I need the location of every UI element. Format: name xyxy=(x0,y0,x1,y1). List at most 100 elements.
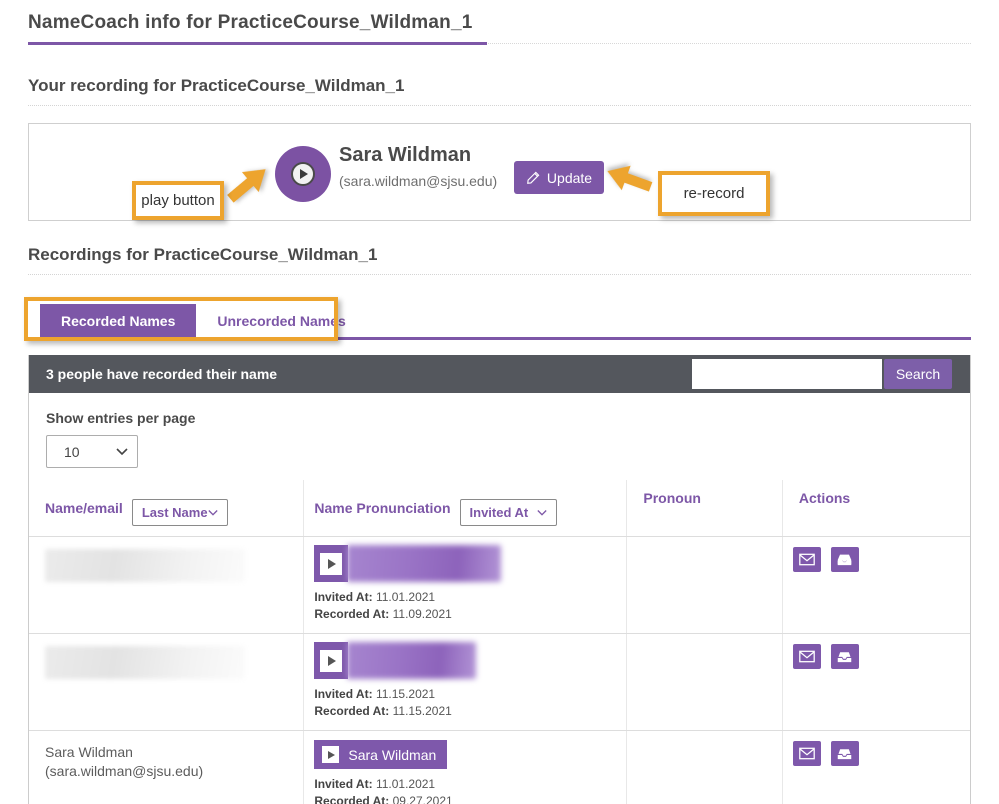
cell-pronunciation: Invited At: 11.15.2021 Recorded At: 11.1… xyxy=(304,634,627,731)
name-sort-select[interactable]: Last Name xyxy=(132,499,228,526)
tab-unrecorded-names[interactable]: Unrecorded Names xyxy=(196,304,366,337)
col-pronunciation: Name Pronunciation Invited At xyxy=(304,480,627,537)
callout-rerecord: re-record xyxy=(658,171,770,216)
owner-name: Sara Wildman xyxy=(339,144,497,167)
row-dates: Invited At: 11.15.2021 Recorded At: 11.1… xyxy=(314,686,626,720)
recorded-at-value: 09.27.2021 xyxy=(393,794,453,804)
play-pronunciation-button[interactable]: Sara Wildman xyxy=(314,740,447,769)
play-pronunciation-button[interactable] xyxy=(314,545,626,582)
recordings-heading: Recordings for PracticeCourse_Wildman_1 xyxy=(28,245,971,275)
table-row: Sara Wildman (sara.wildman@sjsu.edu) Sar… xyxy=(29,731,970,804)
row-name: Sara Wildman xyxy=(45,743,303,762)
recorded-at-value: 11.09.2021 xyxy=(393,607,452,621)
redacted-name-blur xyxy=(45,549,245,582)
row-name-email: Sara Wildman (sara.wildman@sjsu.edu) xyxy=(45,739,303,781)
arrow-to-update-button xyxy=(603,159,655,199)
col-name-email: Name/email Last Name xyxy=(29,480,304,537)
invited-at-value: 11.01.2021 xyxy=(376,590,435,604)
table-header-row: Name/email Last Name Name Pronunciation xyxy=(29,480,970,537)
inbox-action-button[interactable] xyxy=(831,741,859,766)
redacted-pronunciation-blur xyxy=(347,642,476,679)
inbox-action-button[interactable] xyxy=(831,644,859,669)
recorded-names-panel: 3 people have recorded their name Search… xyxy=(28,355,971,804)
update-label: Update xyxy=(547,170,592,186)
pronunciation-name-label: Sara Wildman xyxy=(348,747,436,763)
col-pronoun: Pronoun xyxy=(627,480,782,537)
inbox-action-button[interactable] xyxy=(831,547,859,572)
results-toolbar: 3 people have recorded their name Search xyxy=(29,355,970,393)
recording-owner: Sara Wildman (sara.wildman@sjsu.edu) xyxy=(339,144,497,189)
update-recording-button[interactable]: Update xyxy=(514,161,604,194)
your-recording-heading: Your recording for PracticeCourse_Wildma… xyxy=(28,76,971,106)
inbox-icon xyxy=(837,553,852,566)
page-title: NameCoach info for PracticeCourse_Wildma… xyxy=(28,12,971,34)
col-actions: Actions xyxy=(782,480,970,537)
invited-at-value: 11.01.2021 xyxy=(376,777,435,791)
recorded-names-table: Name/email Last Name Name Pronunciation xyxy=(29,480,970,804)
entries-label: Show entries per page xyxy=(46,410,970,426)
envelope-icon xyxy=(799,553,815,566)
cell-actions xyxy=(782,537,970,634)
recorded-at-value: 11.15.2021 xyxy=(393,704,452,718)
tab-underline xyxy=(28,337,971,340)
play-recording-button[interactable] xyxy=(275,146,331,202)
arrow-to-play-button xyxy=(222,159,274,208)
cell-pronunciation: Sara Wildman Invited At: 11.01.2021 Reco… xyxy=(304,731,627,804)
redacted-pronunciation-blur xyxy=(347,545,501,582)
pronunciation-sort-select[interactable]: Invited At xyxy=(460,499,557,526)
cell-name: Sara Wildman (sara.wildman@sjsu.edu) xyxy=(29,731,304,804)
namecoach-page: NameCoach info for PracticeCourse_Wildma… xyxy=(0,0,999,804)
tab-recorded-label: Recorded Names xyxy=(61,313,175,329)
title-divider xyxy=(28,42,971,46)
tabs-zone: Recorded Names Unrecorded Names xyxy=(28,297,971,345)
play-icon xyxy=(291,162,315,186)
row-email: (sara.wildman@sjsu.edu) xyxy=(45,762,303,781)
invited-at-value: 11.15.2021 xyxy=(376,687,435,701)
entries-select[interactable]: 10 xyxy=(46,435,138,468)
cell-pronunciation: Invited At: 11.01.2021 Recorded At: 11.0… xyxy=(304,537,627,634)
invited-at-label: Invited At: xyxy=(314,777,372,791)
email-action-button[interactable] xyxy=(793,547,821,572)
recorded-at-label: Recorded At: xyxy=(314,607,389,621)
cell-pronoun xyxy=(627,731,782,804)
search-input[interactable] xyxy=(692,359,882,389)
results-summary: 3 people have recorded their name xyxy=(46,366,277,382)
cell-actions xyxy=(782,634,970,731)
recorded-at-label: Recorded At: xyxy=(314,704,389,718)
search-area: Search xyxy=(692,359,952,389)
cell-pronoun xyxy=(627,537,782,634)
owner-email: (sara.wildman@sjsu.edu) xyxy=(339,173,497,189)
cell-actions xyxy=(782,731,970,804)
cell-name xyxy=(29,634,304,731)
tab-recorded-names[interactable]: Recorded Names xyxy=(40,304,196,337)
play-icon xyxy=(320,553,342,575)
row-dates: Invited At: 11.01.2021 Recorded At: 09.2… xyxy=(314,776,626,804)
callout-play-button: play button xyxy=(132,181,224,220)
col-pronunciation-label: Name Pronunciation xyxy=(314,500,450,516)
inbox-icon xyxy=(837,650,852,663)
pencil-icon xyxy=(526,171,540,185)
table-row: Invited At: 11.01.2021 Recorded At: 11.0… xyxy=(29,537,970,634)
play-icon xyxy=(322,746,339,763)
recorded-at-label: Recorded At: xyxy=(314,794,389,804)
email-action-button[interactable] xyxy=(793,741,821,766)
tab-bar: Recorded Names Unrecorded Names xyxy=(40,304,367,337)
envelope-icon xyxy=(799,650,815,663)
entries-per-page-top: Show entries per page 10 xyxy=(29,393,970,468)
search-button[interactable]: Search xyxy=(884,359,952,389)
callout-rerecord-label: re-record xyxy=(684,185,745,202)
invited-at-label: Invited At: xyxy=(314,590,372,604)
play-pronunciation-button[interactable] xyxy=(314,642,626,679)
table-row: Invited At: 11.15.2021 Recorded At: 11.1… xyxy=(29,634,970,731)
col-name-email-label: Name/email xyxy=(45,500,123,516)
purple-rule xyxy=(28,42,487,45)
your-recording-card: play button Sara Wildman (sara.wildman@s… xyxy=(28,123,971,221)
redacted-name-blur xyxy=(45,646,245,679)
invited-at-label: Invited At: xyxy=(314,687,372,701)
tab-unrecorded-label: Unrecorded Names xyxy=(217,313,345,329)
envelope-icon xyxy=(799,747,815,760)
email-action-button[interactable] xyxy=(793,644,821,669)
cell-pronoun xyxy=(627,634,782,731)
play-icon xyxy=(320,650,342,672)
row-dates: Invited At: 11.01.2021 Recorded At: 11.0… xyxy=(314,589,626,623)
